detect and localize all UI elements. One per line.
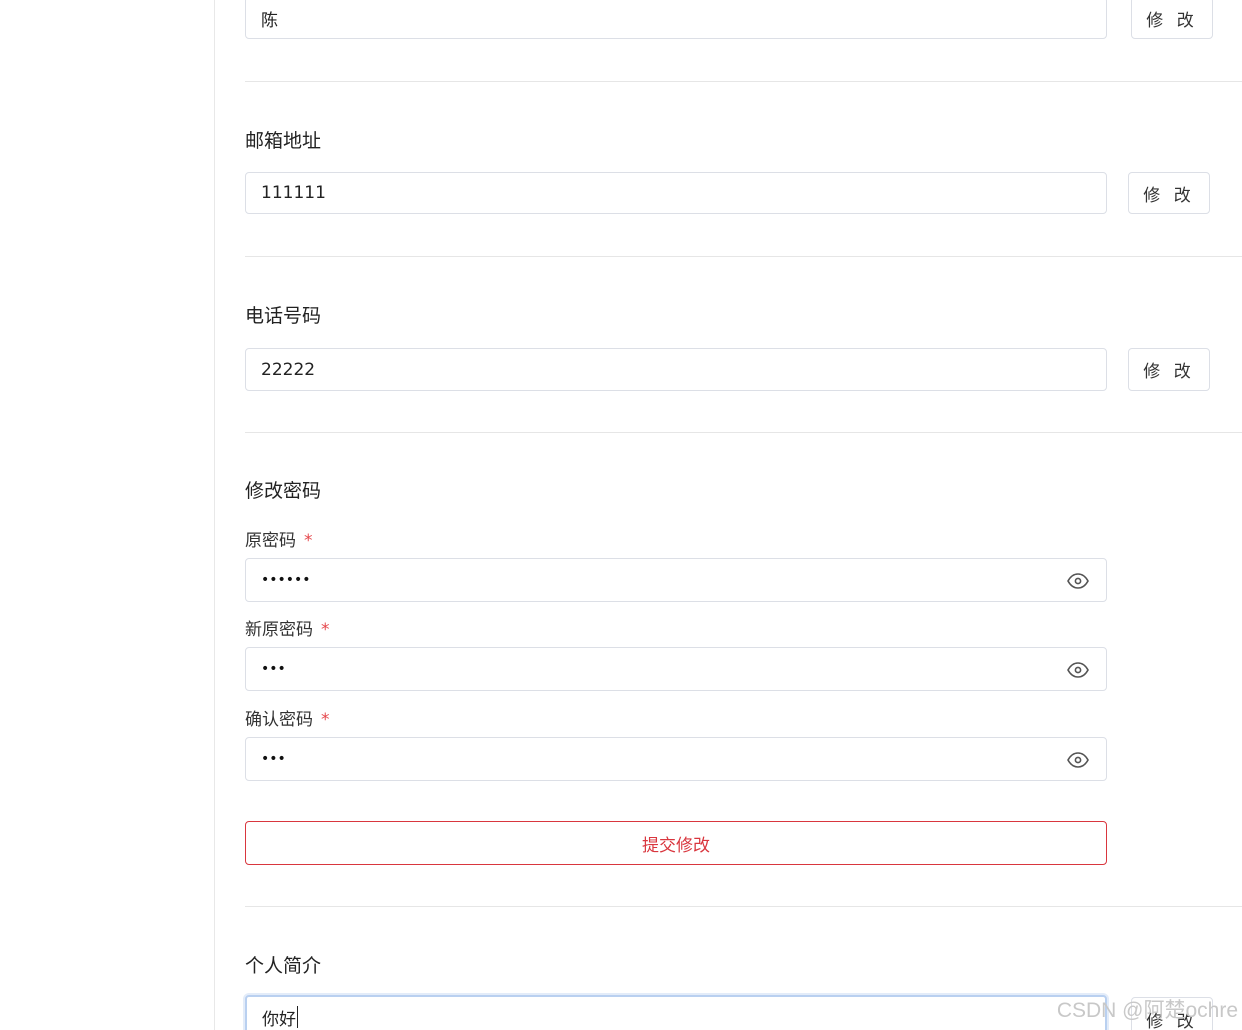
settings-content: 陈 修 改 邮箱地址 111111 修 改 电话号码 22222 修 改 修改密… — [245, 0, 1242, 1030]
profile-settings-page: 陈 修 改 邮箱地址 111111 修 改 电话号码 22222 修 改 修改密… — [0, 0, 1242, 1030]
watermark: CSDN @阿楚ochre — [1056, 999, 1238, 1022]
new-password-label: 新原密码 * — [245, 620, 330, 640]
modify-name-button[interactable]: 修 改 — [1131, 0, 1213, 39]
divider — [245, 906, 1242, 907]
new-password-masked-value: ••• — [261, 661, 286, 677]
old-password-input[interactable]: •••••• — [245, 558, 1107, 602]
eye-icon[interactable] — [1066, 658, 1090, 682]
required-mark: * — [304, 531, 313, 551]
left-sidebar — [0, 0, 215, 1030]
name-input[interactable]: 陈 — [245, 0, 1107, 39]
old-password-label: 原密码 * — [245, 531, 313, 551]
eye-icon[interactable] — [1066, 569, 1090, 593]
phone-value: 22222 — [261, 359, 316, 380]
bio-value: 你好 — [262, 1009, 296, 1030]
text-cursor — [297, 1006, 298, 1028]
divider — [245, 256, 1242, 257]
old-password-masked-value: •••••• — [261, 572, 311, 588]
email-input[interactable]: 111111 — [245, 172, 1107, 214]
required-mark: * — [321, 620, 330, 640]
confirm-password-label: 确认密码 * — [245, 710, 330, 730]
email-section-title: 邮箱地址 — [245, 130, 322, 152]
confirm-password-input[interactable]: ••• — [245, 737, 1107, 781]
name-value: 陈 — [261, 10, 278, 31]
divider — [245, 81, 1242, 82]
submit-password-button[interactable]: 提交修改 — [245, 821, 1107, 865]
email-value: 111111 — [261, 183, 326, 203]
bio-section-title: 个人简介 — [245, 955, 322, 977]
modify-phone-button[interactable]: 修 改 — [1128, 348, 1210, 391]
phone-section-title: 电话号码 — [245, 305, 322, 327]
new-password-input[interactable]: ••• — [245, 647, 1107, 691]
required-mark: * — [321, 710, 330, 730]
confirm-password-masked-value: ••• — [261, 751, 286, 767]
password-section-title: 修改密码 — [245, 480, 322, 502]
eye-icon[interactable] — [1066, 748, 1090, 772]
modify-email-button[interactable]: 修 改 — [1128, 172, 1210, 214]
divider — [245, 432, 1242, 433]
bio-input[interactable]: 你好 — [245, 995, 1107, 1030]
phone-input[interactable]: 22222 — [245, 348, 1107, 391]
